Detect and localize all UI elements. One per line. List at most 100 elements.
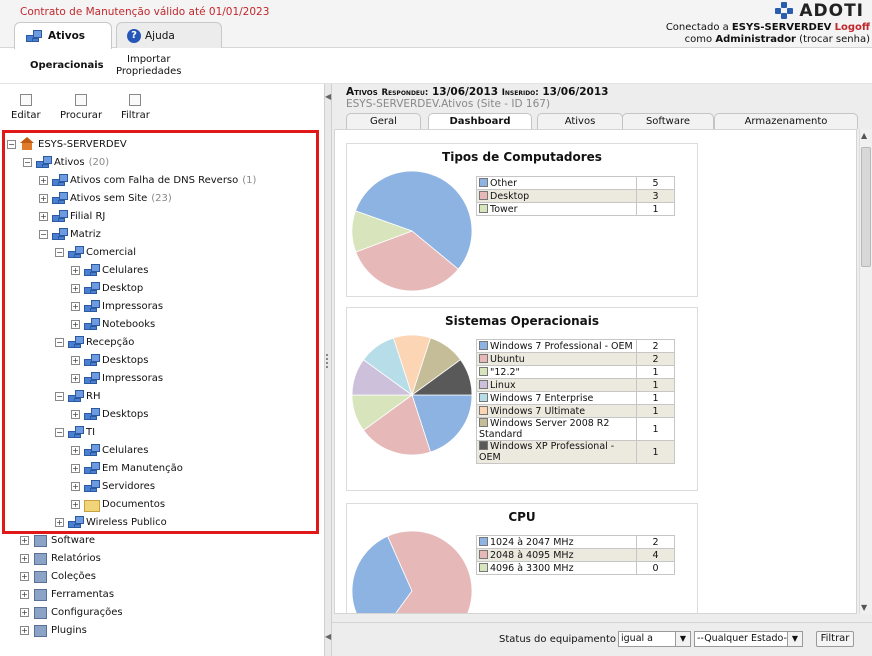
expand-icon[interactable]: + xyxy=(55,517,64,527)
tree-node-desktops[interactable]: + Desktops xyxy=(71,406,148,422)
expand-icon[interactable]: + xyxy=(71,409,80,419)
legend-row: Windows XP Professional - OEM 1 xyxy=(476,440,675,464)
collapse-left-icon[interactable]: ◀ xyxy=(325,92,331,101)
collapse-left-icon[interactable]: ◀ xyxy=(325,632,331,641)
tree-node-celulares[interactable]: + Celulares xyxy=(71,262,148,278)
tree-node-plugins[interactable]: + Plugins xyxy=(20,622,87,638)
expand-icon[interactable]: + xyxy=(71,319,80,329)
expand-icon[interactable]: + xyxy=(20,571,29,581)
tab-ativos[interactable]: Ativos xyxy=(14,22,112,49)
collapse-icon[interactable]: − xyxy=(55,247,64,257)
expand-icon[interactable]: + xyxy=(20,535,29,545)
legend-value: 1 xyxy=(636,440,675,464)
tab-geral[interactable]: Geral xyxy=(346,113,421,129)
collapse-icon[interactable]: − xyxy=(55,337,64,347)
tree-node-servidores[interactable]: + Servidores xyxy=(71,478,155,494)
collapse-icon[interactable]: − xyxy=(23,157,32,167)
expand-icon[interactable]: + xyxy=(39,193,48,203)
expand-icon[interactable]: + xyxy=(71,445,80,455)
legend-label: Ubuntu xyxy=(476,352,637,366)
tree-node-configuracoes[interactable]: + Configurações xyxy=(20,604,123,620)
edit-button[interactable]: Editar xyxy=(11,94,41,121)
state-select[interactable]: --Qualquer Estado-- ▼ xyxy=(694,631,803,647)
network-icon xyxy=(51,209,68,223)
network-icon xyxy=(83,353,100,367)
collapse-icon[interactable]: − xyxy=(55,427,64,437)
subnav-operational[interactable]: Operacionais xyxy=(30,60,104,71)
expand-icon[interactable]: + xyxy=(20,553,29,563)
expand-icon[interactable]: + xyxy=(71,355,80,365)
expand-icon[interactable]: + xyxy=(20,607,29,617)
tree-node-root[interactable]: − ESYS-SERVERDEV xyxy=(7,136,127,152)
collapse-icon[interactable]: − xyxy=(7,139,16,149)
tree-node-no-site[interactable]: + Ativos sem Site (23) xyxy=(39,190,172,206)
filter-button[interactable]: Filtrar xyxy=(121,94,150,121)
dashboard-scrollbar[interactable]: ▲ ▼ xyxy=(859,129,872,614)
expand-icon[interactable]: + xyxy=(71,265,80,275)
tree-node-matriz[interactable]: − Matriz xyxy=(39,226,101,242)
expand-icon[interactable]: + xyxy=(71,463,80,473)
tree-node-desktops[interactable]: + Desktops xyxy=(71,352,148,368)
subnav-import-properties[interactable]: Importar Propriedades xyxy=(116,54,181,78)
legend-swatch xyxy=(479,418,488,427)
tree-node-ativos[interactable]: − Ativos (20) xyxy=(23,154,109,170)
expand-icon[interactable]: + xyxy=(39,211,48,221)
legend-swatch xyxy=(479,203,488,213)
collapse-icon[interactable]: − xyxy=(39,229,48,239)
filter-submit-button[interactable]: Filtrar xyxy=(816,631,854,647)
expand-icon[interactable]: + xyxy=(20,589,29,599)
search-button[interactable]: Procurar xyxy=(60,94,102,121)
tree-node-notebooks[interactable]: + Notebooks xyxy=(71,316,155,332)
asset-tree-highlight: − ESYS-SERVERDEV − Ativos (20) + Ativos c… xyxy=(2,130,319,534)
scroll-up-icon[interactable]: ▲ xyxy=(861,131,867,140)
expand-icon[interactable]: + xyxy=(71,283,80,293)
tree-node-recepcao[interactable]: − Recepção xyxy=(55,334,134,350)
tree-node-dns-failure[interactable]: + Ativos com Falha de DNS Reverso (1) xyxy=(39,172,256,188)
collapse-icon[interactable]: − xyxy=(55,391,64,401)
tree-node-desktop[interactable]: + Desktop xyxy=(71,280,143,296)
legend-label: "12.2" xyxy=(476,365,637,379)
legend-value: 2 xyxy=(636,535,675,549)
tree-node-ferramentas[interactable]: + Ferramentas xyxy=(20,586,114,602)
tree-node-colecoes[interactable]: + Coleções xyxy=(20,568,96,584)
expand-icon[interactable]: + xyxy=(20,625,29,635)
tree-node-filial-rj[interactable]: + Filial RJ xyxy=(39,208,105,224)
change-password-link[interactable]: (trocar senha) xyxy=(796,34,870,45)
tree-node-impressoras[interactable]: + Impressoras xyxy=(71,298,163,314)
help-icon: ? xyxy=(127,28,141,43)
network-icon xyxy=(35,155,52,169)
tab-dashboard[interactable]: Dashboard xyxy=(428,113,532,130)
legend-label: Desktop xyxy=(476,189,637,203)
tree-node-documentos[interactable]: + Documentos xyxy=(71,496,165,512)
tree-node-comercial[interactable]: − Comercial xyxy=(55,244,136,260)
tab-armazenamento[interactable]: Armazenamento xyxy=(714,113,858,129)
tree-node-relatorios[interactable]: + Relatórios xyxy=(20,550,101,566)
reports-search-icon xyxy=(32,551,48,565)
pane-splitter[interactable]: ◀ ◀ xyxy=(324,84,332,656)
operator-select[interactable]: igual a ▼ xyxy=(618,631,691,647)
tree-node-wireless-publico[interactable]: + Wireless Publico xyxy=(55,514,167,530)
tree-node-ti[interactable]: − TI xyxy=(55,424,95,440)
network-icon xyxy=(83,371,100,385)
tree-node-software[interactable]: + Software xyxy=(20,532,95,548)
expand-icon[interactable]: + xyxy=(71,499,80,509)
logoff-link[interactable]: Logoff xyxy=(835,22,870,33)
tab-ajuda[interactable]: ? Ajuda xyxy=(116,22,222,48)
tab-software[interactable]: Software xyxy=(622,113,714,129)
expand-icon[interactable]: + xyxy=(71,373,80,383)
chart-card-operating-systems: Sistemas Operacionais Windows 7 Professi… xyxy=(346,307,698,491)
expand-icon[interactable]: + xyxy=(71,301,80,311)
legend-row: Windows 7 Professional - OEM 2 xyxy=(476,339,675,353)
tree-node-celulares[interactable]: + Celulares xyxy=(71,442,148,458)
scroll-thumb[interactable] xyxy=(861,147,871,267)
tree-node-impressoras[interactable]: + Impressoras xyxy=(71,370,163,386)
splitter-grip[interactable] xyxy=(326,354,330,368)
tab-ativos[interactable]: Ativos xyxy=(537,113,623,129)
expand-icon[interactable]: + xyxy=(39,175,48,185)
expand-icon[interactable]: + xyxy=(71,481,80,491)
tree-node-em-manutencao[interactable]: + Em Manutenção xyxy=(71,460,183,476)
tree-node-rh[interactable]: − RH xyxy=(55,388,100,404)
left-pane: Editar Procurar Filtrar − ESYS-SERVERDEV… xyxy=(0,84,324,656)
legend-row: Other 5 xyxy=(476,176,675,190)
scroll-down-icon[interactable]: ▼ xyxy=(861,603,867,612)
